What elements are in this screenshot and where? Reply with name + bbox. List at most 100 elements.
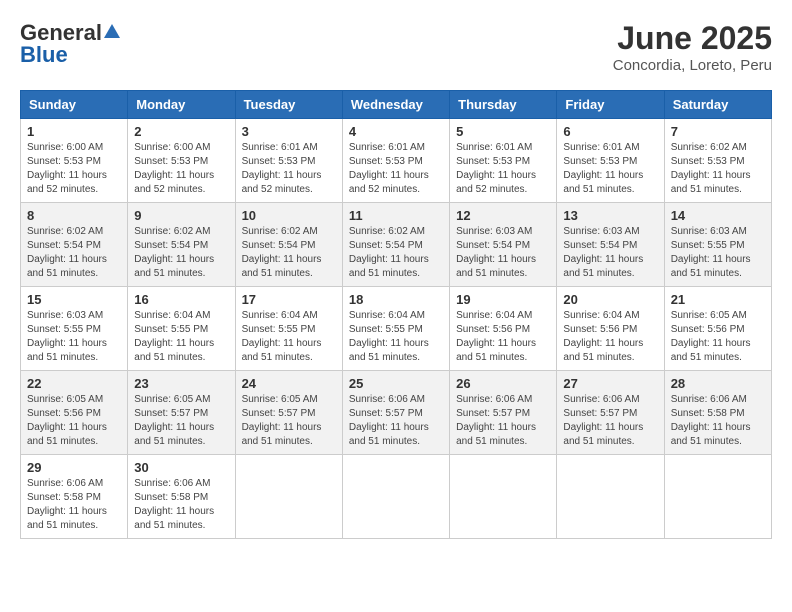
day-info: Sunrise: 6:06 AMSunset: 5:57 PMDaylight:… bbox=[563, 393, 657, 449]
calendar-day-cell: 17 Sunrise: 6:04 AMSunset: 5:55 PMDayligh… bbox=[235, 287, 342, 371]
weekday-header-wednesday: Wednesday bbox=[342, 91, 449, 119]
day-info: Sunrise: 6:04 AMSunset: 5:56 PMDaylight:… bbox=[563, 309, 657, 365]
calendar-day-cell: 30 Sunrise: 6:06 AMSunset: 5:58 PMDayligh… bbox=[128, 455, 235, 539]
calendar-day-cell: 5 Sunrise: 6:01 AMSunset: 5:53 PMDaylight… bbox=[450, 119, 557, 203]
calendar-day-cell: 14 Sunrise: 6:03 AMSunset: 5:55 PMDayligh… bbox=[664, 203, 771, 287]
day-number: 21 bbox=[671, 292, 765, 307]
calendar-day-cell: 16 Sunrise: 6:04 AMSunset: 5:55 PMDayligh… bbox=[128, 287, 235, 371]
calendar-day-cell: 2Sunrise: 6:00 AMSunset: 5:53 PMDaylight… bbox=[128, 119, 235, 203]
day-number: 11 bbox=[349, 208, 443, 223]
calendar-day-cell: 22 Sunrise: 6:05 AMSunset: 5:56 PMDayligh… bbox=[21, 371, 128, 455]
calendar-day-cell: 9Sunrise: 6:02 AMSunset: 5:54 PMDaylight… bbox=[128, 203, 235, 287]
day-number: 29 bbox=[27, 460, 121, 475]
calendar-day-cell: 15Sunrise: 6:03 AMSunset: 5:55 PMDayligh… bbox=[21, 287, 128, 371]
calendar-body: 1 Sunrise: 6:00 AMSunset: 5:53 PMDaylight… bbox=[21, 119, 772, 539]
calendar-day-cell: 18 Sunrise: 6:04 AMSunset: 5:55 PMDayligh… bbox=[342, 287, 449, 371]
day-info: Sunrise: 6:06 AMSunset: 5:57 PMDaylight:… bbox=[456, 393, 550, 449]
weekday-header-sunday: Sunday bbox=[21, 91, 128, 119]
day-number: 30 bbox=[134, 460, 228, 475]
calendar-day-cell: 10Sunrise: 6:02 AMSunset: 5:54 PMDayligh… bbox=[235, 203, 342, 287]
calendar-day-cell: 26 Sunrise: 6:06 AMSunset: 5:57 PMDayligh… bbox=[450, 371, 557, 455]
day-number: 19 bbox=[456, 292, 550, 307]
day-info: Sunrise: 6:03 AMSunset: 5:55 PMDaylight:… bbox=[671, 225, 765, 281]
weekday-header-saturday: Saturday bbox=[664, 91, 771, 119]
calendar-day-cell bbox=[664, 455, 771, 539]
day-info: Sunrise: 6:05 AMSunset: 5:57 PMDaylight:… bbox=[242, 393, 336, 449]
logo: General Blue bbox=[20, 20, 122, 68]
day-info: Sunrise: 6:04 AMSunset: 5:55 PMDaylight:… bbox=[242, 309, 336, 365]
calendar-day-cell: 4 Sunrise: 6:01 AMSunset: 5:53 PMDaylight… bbox=[342, 119, 449, 203]
calendar-day-cell: 21 Sunrise: 6:05 AMSunset: 5:56 PMDayligh… bbox=[664, 287, 771, 371]
day-number: 3 bbox=[242, 124, 336, 139]
calendar-day-cell: 29Sunrise: 6:06 AMSunset: 5:58 PMDayligh… bbox=[21, 455, 128, 539]
calendar-day-cell: 25 Sunrise: 6:06 AMSunset: 5:57 PMDayligh… bbox=[342, 371, 449, 455]
day-info: Sunrise: 6:00 AMSunset: 5:53 PMDaylight:… bbox=[27, 141, 121, 197]
calendar-day-cell: 27Sunrise: 6:06 AMSunset: 5:57 PMDayligh… bbox=[557, 371, 664, 455]
day-info: Sunrise: 6:05 AMSunset: 5:56 PMDaylight:… bbox=[671, 309, 765, 365]
day-number: 28 bbox=[671, 376, 765, 391]
day-number: 8 bbox=[27, 208, 121, 223]
day-number: 18 bbox=[349, 292, 443, 307]
day-number: 14 bbox=[671, 208, 765, 223]
day-info: Sunrise: 6:04 AMSunset: 5:56 PMDaylight:… bbox=[456, 309, 550, 365]
day-info: Sunrise: 6:02 AMSunset: 5:53 PMDaylight:… bbox=[671, 141, 765, 197]
day-info: Sunrise: 6:02 AMSunset: 5:54 PMDaylight:… bbox=[134, 225, 228, 281]
calendar-day-cell bbox=[235, 455, 342, 539]
calendar-day-cell bbox=[450, 455, 557, 539]
calendar-week-row: 29 Sunrise: 6:06 AMSunset: 5:58 PMDayligh… bbox=[21, 455, 772, 539]
weekday-header-friday: Friday bbox=[557, 91, 664, 119]
calendar-day-cell bbox=[557, 455, 664, 539]
calendar-day-cell: 12Sunrise: 6:03 AMSunset: 5:54 PMDayligh… bbox=[450, 203, 557, 287]
calendar-week-row: 8 Sunrise: 6:02 AMSunset: 5:54 PMDaylight… bbox=[21, 203, 772, 287]
day-info: Sunrise: 6:04 AMSunset: 5:55 PMDaylight:… bbox=[349, 309, 443, 365]
page-header: General Blue June 2025 Concordia, Loreto… bbox=[20, 20, 772, 74]
day-info: Sunrise: 6:02 AMSunset: 5:54 PMDaylight:… bbox=[27, 225, 121, 281]
calendar-day-cell bbox=[342, 455, 449, 539]
day-number: 2 bbox=[134, 124, 228, 139]
day-info: Sunrise: 6:06 AMSunset: 5:58 PMDaylight:… bbox=[671, 393, 765, 449]
calendar-day-cell: 8 Sunrise: 6:02 AMSunset: 5:54 PMDaylight… bbox=[21, 203, 128, 287]
day-info: Sunrise: 6:02 AMSunset: 5:54 PMDaylight:… bbox=[349, 225, 443, 281]
day-number: 25 bbox=[349, 376, 443, 391]
day-info: Sunrise: 6:04 AMSunset: 5:55 PMDaylight:… bbox=[134, 309, 228, 365]
day-number: 24 bbox=[242, 376, 336, 391]
day-number: 17 bbox=[242, 292, 336, 307]
day-number: 26 bbox=[456, 376, 550, 391]
weekday-header-tuesday: Tuesday bbox=[235, 91, 342, 119]
day-info: Sunrise: 6:05 AMSunset: 5:57 PMDaylight:… bbox=[134, 393, 228, 449]
month-year-title: June 2025 bbox=[613, 20, 772, 57]
weekday-header-thursday: Thursday bbox=[450, 91, 557, 119]
day-number: 4 bbox=[349, 124, 443, 139]
day-info: Sunrise: 6:01 AMSunset: 5:53 PMDaylight:… bbox=[242, 141, 336, 197]
day-number: 22 bbox=[27, 376, 121, 391]
calendar-day-cell: 19 Sunrise: 6:04 AMSunset: 5:56 PMDayligh… bbox=[450, 287, 557, 371]
calendar-week-row: 1 Sunrise: 6:00 AMSunset: 5:53 PMDaylight… bbox=[21, 119, 772, 203]
day-number: 5 bbox=[456, 124, 550, 139]
calendar-day-cell: 24 Sunrise: 6:05 AMSunset: 5:57 PMDayligh… bbox=[235, 371, 342, 455]
day-number: 15 bbox=[27, 292, 121, 307]
calendar-day-cell: 11 Sunrise: 6:02 AMSunset: 5:54 PMDayligh… bbox=[342, 203, 449, 287]
day-info: Sunrise: 6:01 AMSunset: 5:53 PMDaylight:… bbox=[349, 141, 443, 197]
calendar-day-cell: 13Sunrise: 6:03 AMSunset: 5:54 PMDayligh… bbox=[557, 203, 664, 287]
calendar-day-cell: 1 Sunrise: 6:00 AMSunset: 5:53 PMDaylight… bbox=[21, 119, 128, 203]
calendar-table: SundayMondayTuesdayWednesdayThursdayFrid… bbox=[20, 90, 772, 539]
day-number: 20 bbox=[563, 292, 657, 307]
location-subtitle: Concordia, Loreto, Peru bbox=[613, 57, 772, 74]
day-info: Sunrise: 6:06 AMSunset: 5:57 PMDaylight:… bbox=[349, 393, 443, 449]
calendar-week-row: 15Sunrise: 6:03 AMSunset: 5:55 PMDayligh… bbox=[21, 287, 772, 371]
logo-triangle-icon bbox=[103, 20, 121, 46]
day-number: 16 bbox=[134, 292, 228, 307]
day-number: 23 bbox=[134, 376, 228, 391]
logo-blue-text: Blue bbox=[20, 42, 68, 68]
day-info: Sunrise: 6:01 AMSunset: 5:53 PMDaylight:… bbox=[456, 141, 550, 197]
calendar-day-cell: 20 Sunrise: 6:04 AMSunset: 5:56 PMDayligh… bbox=[557, 287, 664, 371]
day-info: Sunrise: 6:06 AMSunset: 5:58 PMDaylight:… bbox=[134, 477, 228, 533]
day-number: 7 bbox=[671, 124, 765, 139]
day-info: Sunrise: 6:01 AMSunset: 5:53 PMDaylight:… bbox=[563, 141, 657, 197]
title-block: June 2025 Concordia, Loreto, Peru bbox=[613, 20, 772, 74]
calendar-day-cell: 6Sunrise: 6:01 AMSunset: 5:53 PMDaylight… bbox=[557, 119, 664, 203]
calendar-day-cell: 3 Sunrise: 6:01 AMSunset: 5:53 PMDaylight… bbox=[235, 119, 342, 203]
day-number: 1 bbox=[27, 124, 121, 139]
day-info: Sunrise: 6:05 AMSunset: 5:56 PMDaylight:… bbox=[27, 393, 121, 449]
day-number: 12 bbox=[456, 208, 550, 223]
